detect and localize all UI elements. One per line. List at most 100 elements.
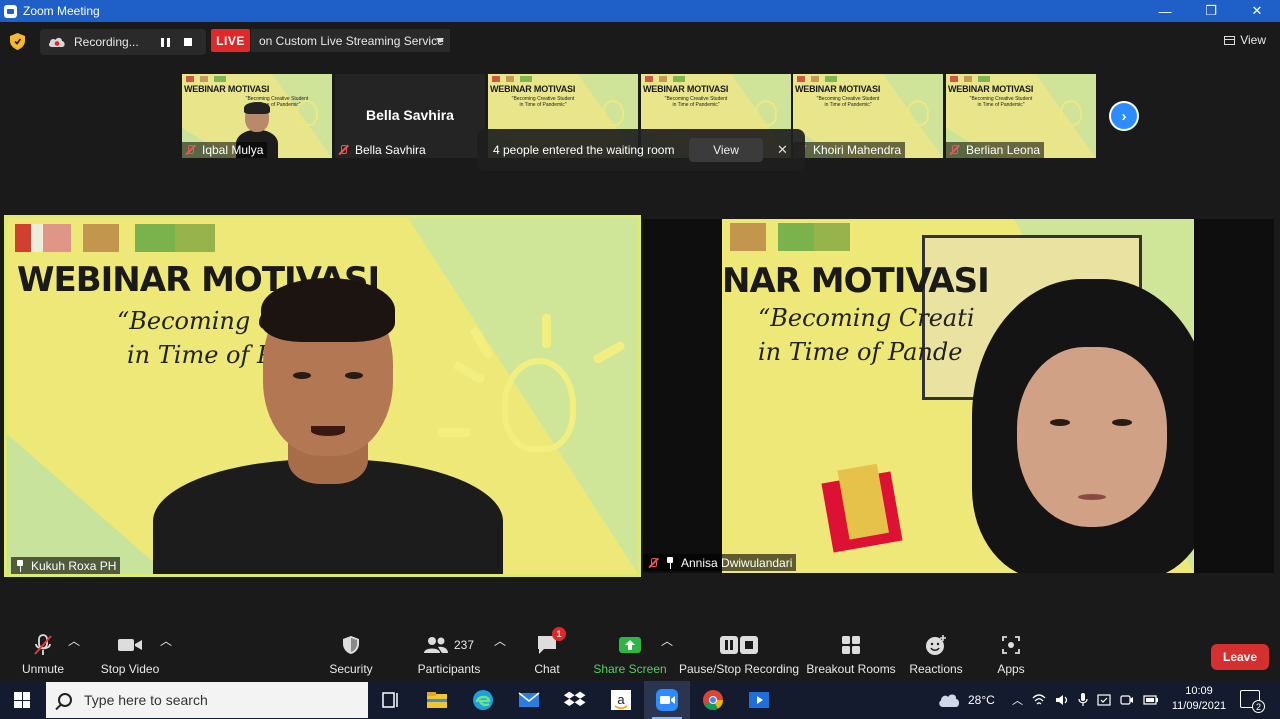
slide-title: WEBINAR MOTIVASI xyxy=(948,84,1034,94)
breakout-icon xyxy=(842,636,860,654)
slide-subtitle: "Becoming Creative Student in Time of Pan… xyxy=(816,96,880,108)
lightbulb-icon xyxy=(907,100,929,126)
notification-count: 2 xyxy=(1252,700,1265,713)
lightbulb-icon xyxy=(755,100,777,126)
mic-muted-icon xyxy=(647,557,659,569)
breakout-rooms-button[interactable]: Breakout Rooms xyxy=(806,632,896,680)
chat-button[interactable]: 1 Chat xyxy=(534,627,566,680)
taskbar-search-box[interactable]: Type here to search xyxy=(46,682,368,718)
edge-browser-icon[interactable] xyxy=(471,688,495,712)
participant-count: 237 xyxy=(453,638,475,652)
close-icon[interactable]: ✕ xyxy=(777,142,788,158)
lightbulb-icon xyxy=(502,358,576,452)
meet-now-icon[interactable] xyxy=(1120,693,1134,707)
share-screen-button[interactable]: Share Screen xyxy=(593,632,667,680)
next-page-arrow-icon[interactable]: › xyxy=(1109,101,1139,131)
sponsor-logos xyxy=(730,223,850,251)
view-label: View xyxy=(1240,33,1266,47)
input-indicator-icon[interactable] xyxy=(1097,693,1111,707)
participants-button[interactable]: 237 Participants xyxy=(418,632,480,680)
restore-button[interactable]: ❐ xyxy=(1188,0,1234,22)
temperature: 28°C xyxy=(968,693,995,707)
taskbar-clock[interactable]: 10:09 11/09/2021 xyxy=(1170,684,1228,714)
view-button[interactable]: View xyxy=(1224,33,1266,47)
video-tile[interactable]: NAR MOTIVASI “Becoming Creati in Time of … xyxy=(643,219,1274,573)
chrome-browser-icon[interactable] xyxy=(701,688,725,712)
slide-title: NAR MOTIVASI xyxy=(722,261,990,301)
slide-title: WEBINAR MOTIVASI xyxy=(184,84,270,94)
meeting-controls-toolbar: Unmute ︿ Stop Video ︿ Security 237 Parti… xyxy=(0,627,1280,680)
mail-icon[interactable] xyxy=(517,688,541,712)
windows-icon[interactable] xyxy=(14,692,30,708)
smiley-icon xyxy=(926,635,946,655)
participant-thumbnail[interactable]: Bella Savhira Bella Savhira xyxy=(335,74,485,158)
clock-time: 10:09 xyxy=(1185,685,1213,697)
camera-icon xyxy=(118,639,142,651)
record-icon xyxy=(720,636,758,654)
network-icon[interactable] xyxy=(1032,693,1046,707)
cloud-icon xyxy=(939,694,959,707)
grid-icon xyxy=(1224,35,1236,45)
participants-options-chevron[interactable]: ︿ xyxy=(494,632,506,680)
books-graphic xyxy=(821,471,903,553)
reactions-button[interactable]: Reactions xyxy=(909,632,963,680)
apps-button[interactable]: Apps xyxy=(997,632,1025,680)
unmute-button[interactable]: Unmute xyxy=(22,632,64,680)
mic-muted-icon xyxy=(337,144,349,156)
waiting-room-message: 4 people entered the waiting room xyxy=(493,143,675,157)
recording-label: Recording... xyxy=(74,35,139,49)
battery-icon[interactable] xyxy=(1143,694,1159,706)
lightbulb-icon xyxy=(602,100,624,126)
live-streaming-dropdown[interactable]: on Custom Live Streaming Service xyxy=(251,29,450,52)
virtual-background-slide: NAR MOTIVASI “Becoming Creati in Time of … xyxy=(722,219,1194,573)
participant-video-person xyxy=(972,279,1194,573)
system-tray[interactable]: ︿ xyxy=(1012,681,1159,719)
amazon-icon[interactable]: a xyxy=(609,688,633,712)
participant-name-tag: Bella Savhira xyxy=(335,142,430,158)
zoom-app-icon[interactable] xyxy=(655,688,679,712)
live-service-label: on Custom Live Streaming Service xyxy=(259,33,444,48)
audio-options-chevron[interactable]: ︿ xyxy=(68,632,80,680)
share-options-chevron[interactable]: ︿ xyxy=(661,632,673,680)
speaker-video-person xyxy=(153,274,503,574)
task-view-icon[interactable] xyxy=(379,688,403,712)
pause-stop-recording-button[interactable]: Pause/Stop Recording xyxy=(679,632,799,680)
microphone-tray-icon[interactable] xyxy=(1078,693,1088,707)
video-options-chevron[interactable]: ︿ xyxy=(160,632,172,680)
security-button[interactable]: Security xyxy=(329,632,373,680)
leave-meeting-button[interactable]: Leave xyxy=(1211,644,1269,670)
recording-indicator: Recording... xyxy=(40,29,206,55)
pin-icon xyxy=(15,559,25,572)
stop-video-button[interactable]: Stop Video xyxy=(101,632,159,680)
mic-muted-icon xyxy=(948,144,960,156)
slide-subtitle: “Becoming Creati in Time of Pande xyxy=(758,304,975,366)
waiting-room-notification: 4 people entered the waiting room View ✕ xyxy=(477,129,805,171)
video-tile-active-speaker[interactable]: WEBINAR MOTIVASI “Becoming Creat in Time … xyxy=(4,215,641,577)
participant-thumbnail[interactable]: WEBINAR MOTIVASI "Becoming Creative Stud… xyxy=(946,74,1096,158)
weather-widget[interactable]: 28°C xyxy=(938,681,995,719)
volume-icon[interactable] xyxy=(1055,693,1069,707)
file-explorer-icon[interactable] xyxy=(425,688,449,712)
lightbulb-icon xyxy=(296,100,318,126)
dropbox-icon[interactable] xyxy=(563,688,587,712)
video-name-tag: Kukuh Roxa PH xyxy=(11,557,121,574)
close-window-button[interactable]: ✕ xyxy=(1234,0,1280,22)
chevron-up-icon[interactable]: ︿ xyxy=(1012,692,1023,708)
movies-app-icon[interactable] xyxy=(747,688,771,712)
participant-name-tag: Khoiri Mahendra xyxy=(793,142,906,158)
pause-recording-icon[interactable] xyxy=(158,36,172,48)
participant-name-tag: Berlian Leona xyxy=(946,142,1045,158)
minimize-button[interactable]: — xyxy=(1142,0,1188,22)
participant-thumbnail[interactable]: WEBINAR MOTIVASI "Becoming Creative Stud… xyxy=(182,74,332,158)
waiting-room-view-button[interactable]: View xyxy=(689,138,763,162)
security-shield-icon[interactable] xyxy=(10,33,25,50)
live-badge: LIVE xyxy=(211,29,250,52)
mic-muted-icon xyxy=(34,634,52,655)
participant-thumbnail[interactable]: WEBINAR MOTIVASI "Becoming Creative Stud… xyxy=(793,74,943,158)
share-arrow-icon xyxy=(619,637,641,653)
chat-unread-badge: 1 xyxy=(552,627,566,641)
participants-icon xyxy=(423,637,448,653)
notification-center-icon[interactable]: 2 xyxy=(1240,690,1265,713)
search-placeholder: Type here to search xyxy=(84,692,208,708)
stop-recording-icon[interactable] xyxy=(184,38,192,46)
